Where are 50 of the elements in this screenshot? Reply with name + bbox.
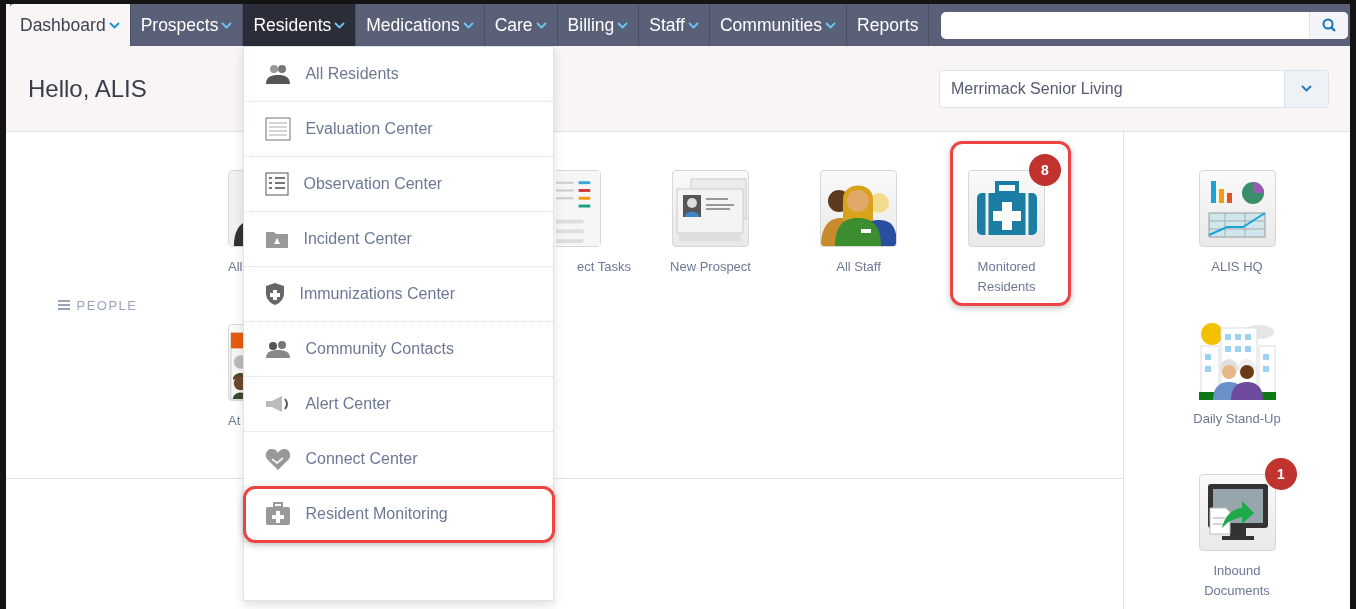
- caret-icon: [535, 21, 547, 29]
- tile-label[interactable]: All Staff: [808, 257, 909, 277]
- search-button[interactable]: [1309, 11, 1348, 39]
- tile-label[interactable]: All: [206, 257, 243, 277]
- search-field[interactable]: [941, 11, 1348, 39]
- monitor-icon[interactable]: [1198, 474, 1276, 551]
- caret-icon: [221, 21, 233, 29]
- folder-icon: [265, 229, 290, 249]
- id-card-icon[interactable]: [672, 170, 749, 247]
- menu-item[interactable]: Alert Center: [244, 377, 554, 432]
- medical-bag-icon: [265, 502, 292, 526]
- people-icon: [265, 63, 292, 85]
- tile-label[interactable]: Monitored Residents: [956, 257, 1057, 297]
- search-icon: [1322, 18, 1336, 32]
- count-badge: 8: [1029, 154, 1061, 186]
- people-icon[interactable]: [820, 170, 897, 247]
- tile-label[interactable]: At: [206, 411, 241, 431]
- caret-icon: [617, 21, 629, 29]
- menu-item[interactable]: Evaluation Center: [244, 102, 554, 157]
- building-icon[interactable]: [1198, 322, 1276, 399]
- menu-item[interactable]: Immunizations Center: [244, 267, 554, 322]
- menu-item[interactable]: Community Contacts: [244, 322, 554, 377]
- menu-item[interactable]: Connect Center: [244, 432, 554, 487]
- checklist-icon: [265, 172, 290, 196]
- tile-label[interactable]: Daily Stand-Up: [1187, 409, 1287, 429]
- people-icon: [265, 339, 292, 359]
- caret-icon: [825, 21, 837, 29]
- menu-item[interactable]: All Residents: [244, 47, 554, 102]
- count-badge: 1: [1265, 458, 1297, 490]
- chevron-down-icon: [1301, 85, 1312, 92]
- tile-label[interactable]: ect Tasks: [577, 257, 631, 277]
- menu-item[interactable]: Observation Center: [244, 157, 554, 212]
- caret-icon: [462, 21, 474, 29]
- tile-label[interactable]: ALIS HQ: [1187, 257, 1287, 277]
- tile-label[interactable]: New Prospect: [660, 257, 761, 277]
- nav-tab[interactable]: Dashboard: [10, 4, 131, 46]
- chart-icon[interactable]: [1198, 170, 1276, 247]
- heart-icon: [265, 447, 292, 471]
- list-icon: [265, 117, 292, 141]
- checklist-icon[interactable]: [556, 170, 601, 247]
- caret-icon: [108, 21, 120, 29]
- section-title: PEOPLE: [76, 297, 138, 313]
- menu-item[interactable]: Incident Center: [244, 212, 554, 267]
- tile-label[interactable]: Inbound Documents: [1187, 561, 1287, 601]
- shield-icon: [265, 282, 286, 306]
- greeting: Hello, ALIS: [28, 74, 147, 103]
- community-select[interactable]: Merrimack Senior Living: [939, 69, 1329, 108]
- caret-icon: [688, 21, 699, 29]
- menu-icon: [58, 300, 71, 310]
- caret-icon: [334, 21, 346, 29]
